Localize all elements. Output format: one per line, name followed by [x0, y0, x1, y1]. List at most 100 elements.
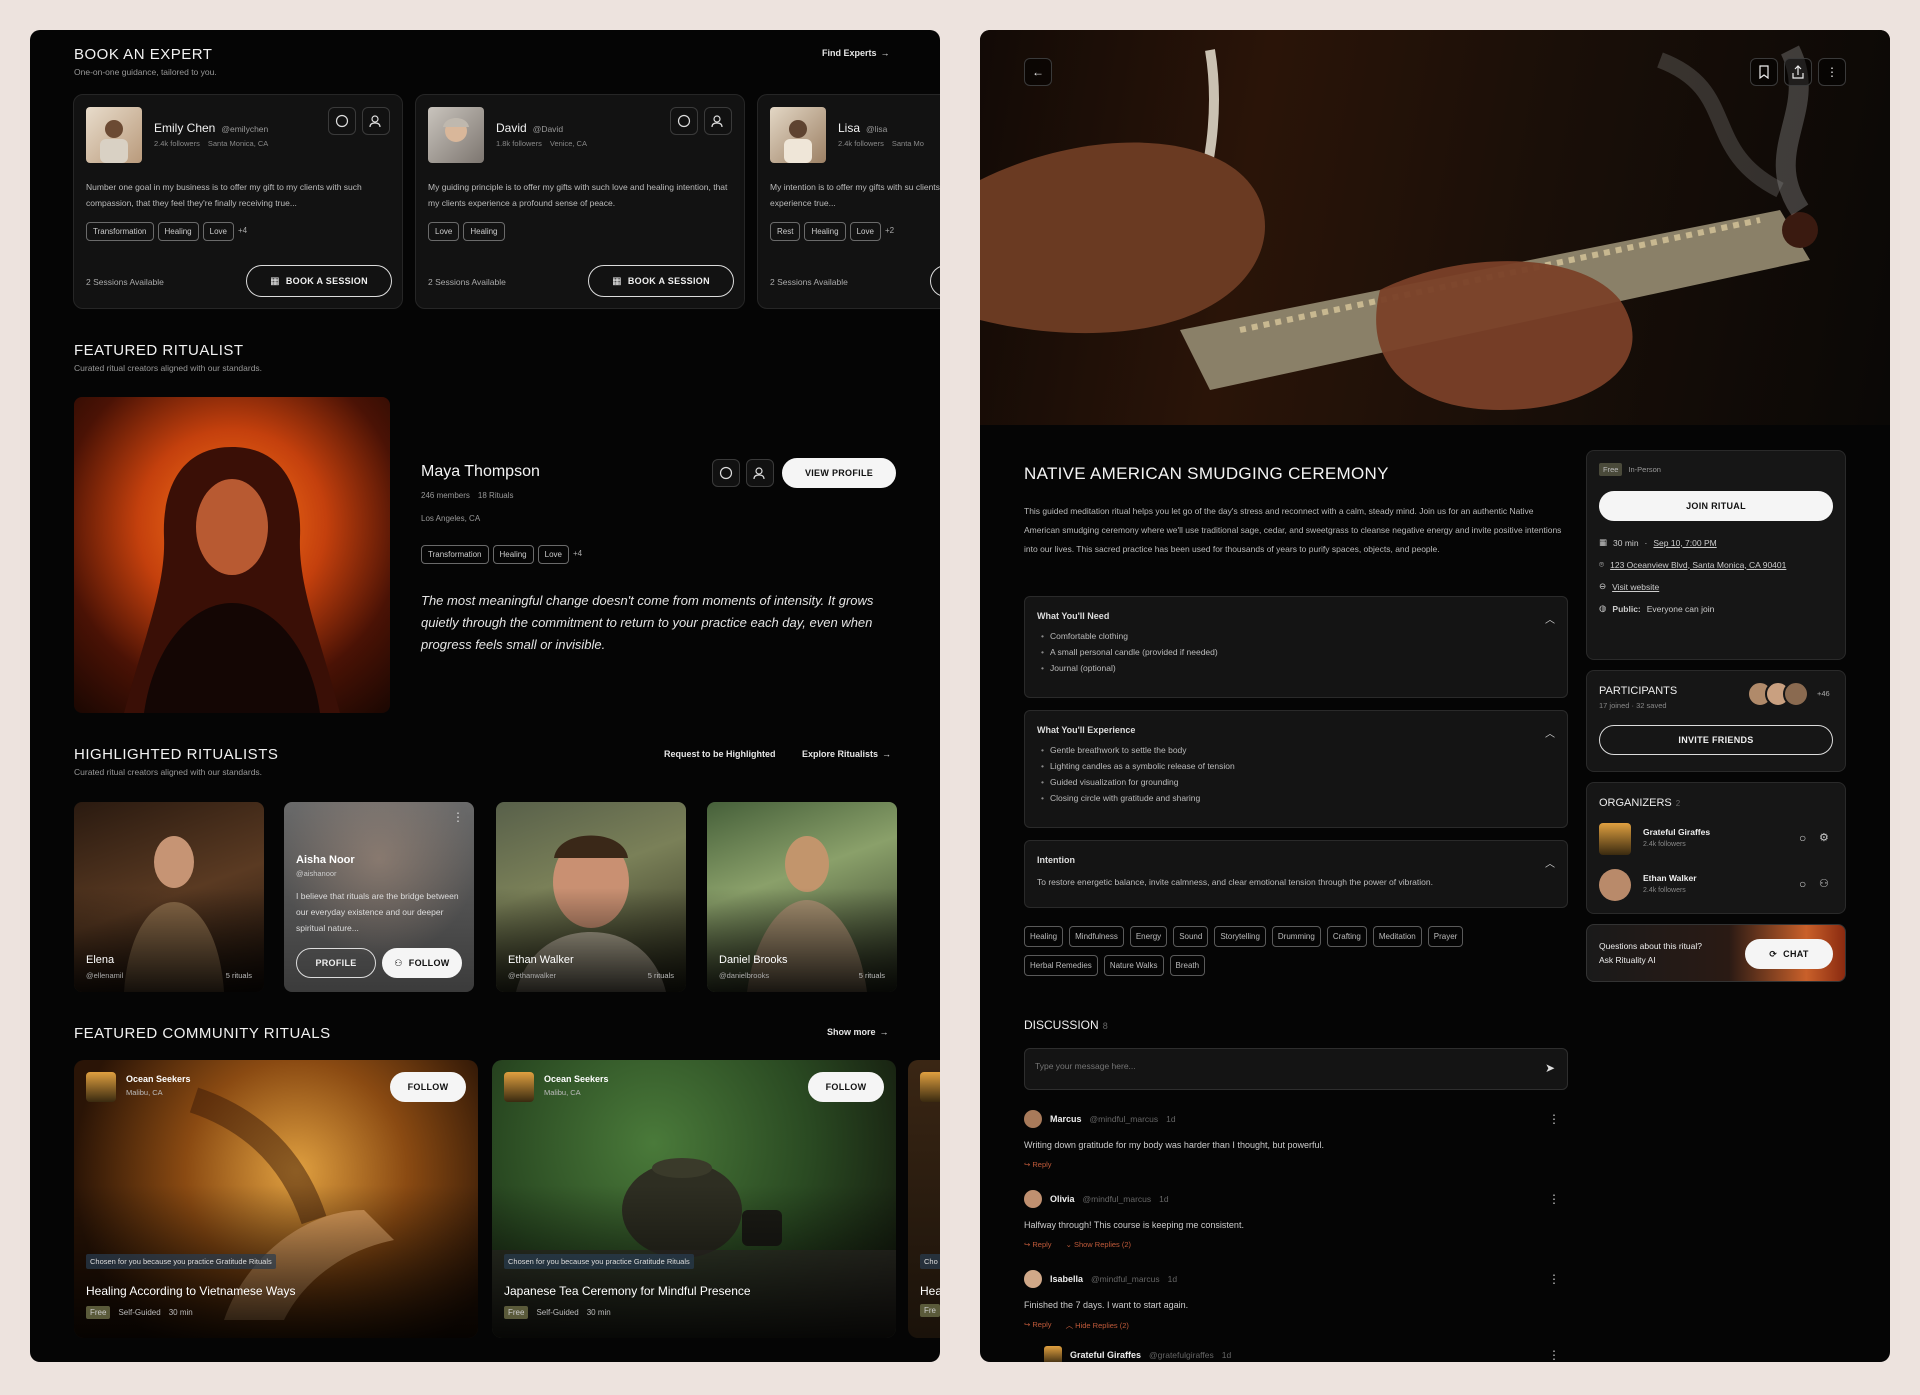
- accordion-intention[interactable]: Intention ︿ To restore energetic balance…: [1024, 840, 1568, 908]
- more-tags[interactable]: +4: [573, 549, 582, 558]
- ritual-date[interactable]: Sep 10, 7:00 PM: [1653, 538, 1716, 548]
- invite-friends-button[interactable]: INVITE FRIENDS: [1599, 725, 1833, 755]
- request-highlight-link[interactable]: Request to be Highlighted: [664, 749, 776, 759]
- send-icon[interactable]: ➤: [1545, 1061, 1555, 1075]
- chat-icon[interactable]: ○: [1799, 877, 1806, 891]
- chevron-up-icon[interactable]: ︿: [1545, 725, 1555, 740]
- follow-button[interactable]: [746, 459, 774, 487]
- tag[interactable]: Breath: [1169, 955, 1206, 976]
- chevron-up-icon[interactable]: ︿: [1545, 611, 1555, 626]
- accordion-what-you-need[interactable]: What You'll Need ︿ Comfortable clothing …: [1024, 596, 1568, 698]
- tag[interactable]: Love: [202, 222, 234, 241]
- organizer-row[interactable]: Grateful Giraffes 2.4k followers ○ ⚙: [1599, 823, 1833, 857]
- tag[interactable]: Healing: [1024, 926, 1064, 947]
- accordion-what-you-experience[interactable]: What You'll Experience ︿ Gentle breathwo…: [1024, 710, 1568, 828]
- ritual-mode: In-Person: [1628, 465, 1661, 474]
- book-session-button[interactable]: [930, 265, 940, 297]
- featured-name[interactable]: Maya Thompson: [421, 463, 540, 481]
- tag[interactable]: Mindfulness: [1069, 926, 1124, 947]
- more-options-icon[interactable]: ⋮: [1548, 1192, 1560, 1206]
- bookmark-button[interactable]: [1750, 58, 1778, 86]
- tag[interactable]: Meditation: [1372, 926, 1422, 947]
- show-replies-button[interactable]: ⌄ Show Replies (2): [1066, 1240, 1131, 1249]
- show-more-link[interactable]: Show more →: [827, 1027, 889, 1037]
- more-options-icon[interactable]: ⋮: [1548, 1272, 1560, 1286]
- comment-author[interactable]: Grateful Giraffes: [1070, 1350, 1141, 1360]
- comment-author[interactable]: Marcus: [1050, 1114, 1082, 1124]
- message-button[interactable]: [670, 107, 698, 135]
- share-button[interactable]: [1784, 58, 1812, 86]
- community-ritual-card[interactable]: Cho Hea Fre: [908, 1060, 940, 1338]
- tag[interactable]: Rest: [770, 222, 801, 241]
- community-ritual-card[interactable]: Ocean Seekers Malibu, CA FOLLOW Chosen f…: [492, 1060, 896, 1338]
- visit-website-link[interactable]: Visit website: [1612, 582, 1659, 592]
- expert-name[interactable]: Lisa: [838, 121, 860, 135]
- tag[interactable]: Storytelling: [1214, 926, 1266, 947]
- tag[interactable]: Drumming: [1271, 926, 1321, 947]
- follow-button[interactable]: ⚇ FOLLOW: [382, 948, 462, 978]
- tag[interactable]: Herbal Remedies: [1024, 955, 1098, 976]
- ritual-address[interactable]: 123 Oceanview Blvd, Santa Monica, CA 904…: [1610, 560, 1786, 570]
- tag[interactable]: Transformation: [421, 545, 489, 564]
- tag[interactable]: Transformation: [86, 222, 154, 241]
- tag[interactable]: Sound: [1173, 926, 1209, 947]
- comment-author[interactable]: Isabella: [1050, 1274, 1083, 1284]
- tag[interactable]: Healing: [463, 222, 505, 241]
- user-settings-icon[interactable]: ⚙: [1819, 831, 1829, 844]
- tag[interactable]: Healing: [804, 222, 846, 241]
- more-tags[interactable]: +4: [238, 226, 247, 235]
- follow-button[interactable]: [362, 107, 390, 135]
- view-profile-button[interactable]: VIEW PROFILE: [782, 458, 896, 488]
- ritualist-card[interactable]: Daniel Brooks @danielbrooks 5 rituals: [707, 802, 897, 992]
- expert-bio: My intention is to offer my gifts with s…: [770, 182, 940, 208]
- tag[interactable]: Healing: [492, 545, 534, 564]
- ritualist-card[interactable]: Ethan Walker @ethanwalker 5 rituals: [496, 802, 686, 992]
- tag[interactable]: Love: [428, 222, 460, 241]
- ritualist-card[interactable]: Elena @ellenamil 5 rituals: [74, 802, 264, 992]
- join-ritual-button[interactable]: JOIN RITUAL: [1599, 491, 1833, 521]
- more-options-icon[interactable]: ⋮: [452, 810, 464, 824]
- more-options-icon[interactable]: ⋮: [1548, 1348, 1560, 1362]
- hide-replies-button[interactable]: ︿ Hide Replies (2): [1066, 1320, 1129, 1331]
- reply-button[interactable]: ↪ Reply: [1024, 1240, 1052, 1249]
- community-ritual-card[interactable]: Ocean Seekers Malibu, CA FOLLOW Chosen f…: [74, 1060, 478, 1338]
- tag[interactable]: Love: [537, 545, 569, 564]
- chat-button[interactable]: ⟳ CHAT: [1745, 939, 1833, 969]
- organizer-row[interactable]: Ethan Walker 2.4k followers ○ ⚇: [1599, 869, 1833, 903]
- organizer-followers: 2.4k followers: [1643, 841, 1686, 848]
- follow-button[interactable]: FOLLOW: [808, 1072, 884, 1102]
- org-name[interactable]: Ocean Seekers: [126, 1074, 191, 1084]
- tag[interactable]: Energy: [1129, 926, 1168, 947]
- more-options-button[interactable]: ⋮: [1818, 58, 1846, 86]
- reply-button[interactable]: ↪ Reply: [1024, 1160, 1568, 1169]
- tag[interactable]: Healing: [157, 222, 199, 241]
- ritualist-card[interactable]: ⋮ Aisha Noor @aishanoor I believe that r…: [284, 802, 474, 992]
- explore-ritualists-link[interactable]: Explore Ritualists →: [802, 749, 891, 759]
- reply-button[interactable]: ↪ Reply: [1024, 1320, 1052, 1331]
- book-session-button[interactable]: ▦ BOOK A SESSION: [246, 265, 392, 297]
- tag[interactable]: Crafting: [1326, 926, 1367, 947]
- book-session-button[interactable]: ▦ BOOK A SESSION: [588, 265, 734, 297]
- tag[interactable]: Nature Walks: [1103, 955, 1164, 976]
- more-participants[interactable]: +46: [1817, 689, 1830, 698]
- chat-icon[interactable]: ○: [1799, 831, 1806, 845]
- chevron-up-icon[interactable]: ︿: [1545, 855, 1555, 870]
- follow-button[interactable]: FOLLOW: [390, 1072, 466, 1102]
- follow-button[interactable]: [704, 107, 732, 135]
- more-tags[interactable]: +2: [885, 226, 894, 235]
- org-name[interactable]: Ocean Seekers: [544, 1074, 609, 1084]
- find-experts-link[interactable]: Find Experts →: [822, 48, 890, 58]
- expert-name[interactable]: Emily Chen: [154, 121, 215, 135]
- more-options-icon[interactable]: ⋮: [1548, 1112, 1560, 1126]
- expert-name[interactable]: David: [496, 121, 527, 135]
- tag[interactable]: Love: [849, 222, 881, 241]
- message-input[interactable]: [1035, 1061, 1515, 1071]
- user-add-icon[interactable]: ⚇: [1819, 877, 1829, 890]
- back-button[interactable]: ←: [1024, 58, 1052, 86]
- comment-author[interactable]: Olivia: [1050, 1194, 1075, 1204]
- participant-avatars[interactable]: [1747, 681, 1809, 707]
- profile-button[interactable]: PROFILE: [296, 948, 376, 978]
- message-button[interactable]: [328, 107, 356, 135]
- tag[interactable]: Prayer: [1427, 926, 1464, 947]
- message-button[interactable]: [712, 459, 740, 487]
